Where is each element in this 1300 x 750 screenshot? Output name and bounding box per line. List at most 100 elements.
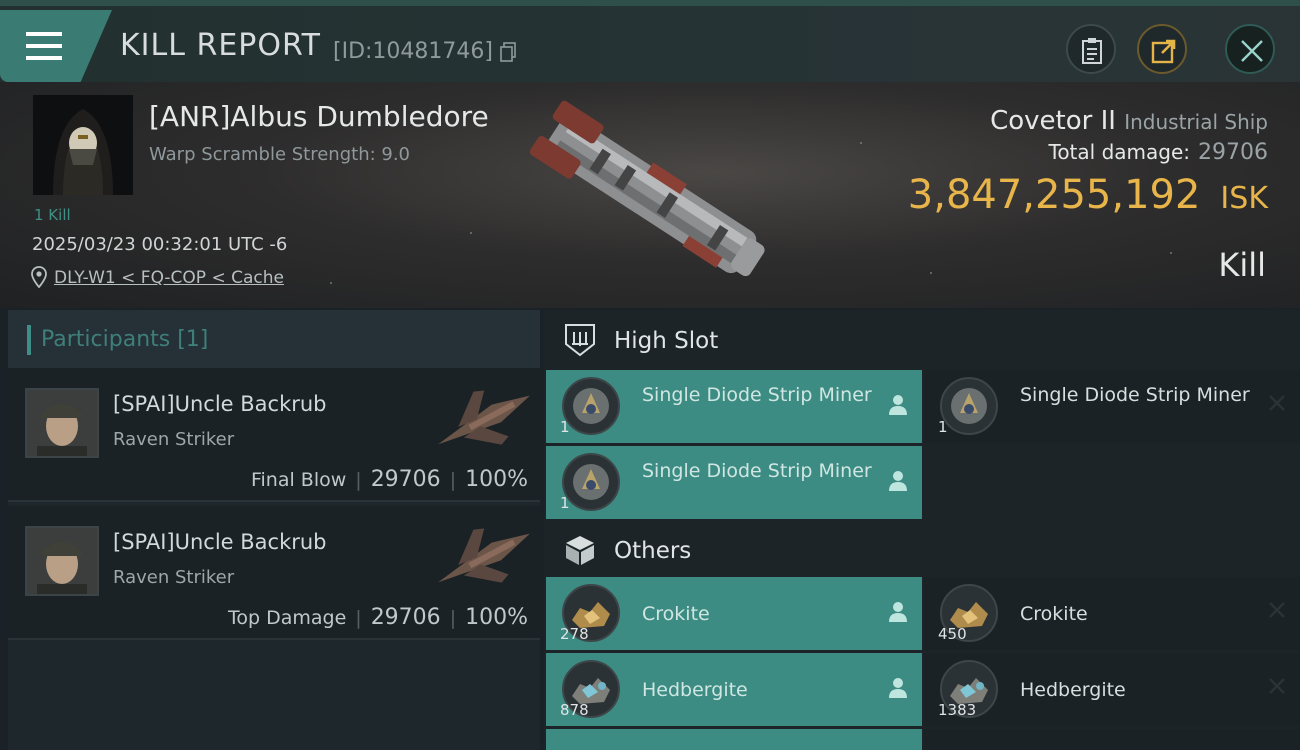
participant-damage: 29706 [370, 467, 441, 492]
result-type: Kill [1218, 246, 1266, 284]
total-damage-label: Total damage: [1048, 140, 1191, 164]
separator: | [355, 469, 362, 491]
item-name: Single Diode Strip Miner [1020, 384, 1250, 406]
separator: | [449, 607, 457, 629]
strip-miner-icon [562, 377, 620, 435]
total-damage-value: 29706 [1198, 140, 1268, 165]
clipboard-icon [1082, 38, 1102, 64]
pilot-icon [889, 471, 907, 491]
others-label: Others [614, 538, 692, 564]
pilot-icon [889, 395, 907, 415]
report-id: [ID:10481746] [333, 39, 493, 64]
participant-name[interactable]: [SPAI]Uncle Backrub [113, 392, 327, 416]
dropped-module[interactable]: 1 Single Diode Strip Miner [924, 370, 1300, 443]
item-quantity: 1 [560, 418, 570, 436]
item-name: Single Diode Strip Miner [642, 384, 872, 406]
participant-avatar [25, 526, 99, 596]
fitted-module[interactable]: 1 Single Diode Strip Miner [546, 446, 922, 519]
participant-percent: 100% [465, 605, 528, 630]
participant-percent: 100% [465, 467, 528, 492]
participant-stats: Top Damage | 29706 | 100% [228, 605, 528, 630]
item-name: Hedbergite [1020, 679, 1126, 701]
pilot-icon [889, 678, 907, 698]
item-quantity: 278 [560, 625, 589, 643]
close-icon [1241, 40, 1263, 62]
item-name: Hedbergite [642, 679, 748, 701]
share-icon [1151, 39, 1176, 64]
participant-ship-image [438, 528, 530, 583]
cargo-item[interactable]: 1383 Hedbergite [924, 653, 1300, 726]
participant-damage: 29706 [370, 605, 441, 630]
cargo-item[interactable] [546, 729, 922, 750]
x-mark-icon [1269, 395, 1285, 411]
high-slot-section-header: High Slot [544, 310, 1300, 370]
star [330, 282, 332, 284]
ship-class-label: Industrial Ship [1124, 110, 1268, 134]
pilot-face-image [27, 528, 97, 594]
participant-row[interactable]: [SPAI]Uncle Backrub Raven Striker Final … [8, 368, 540, 502]
participant-role: Final Blow [250, 469, 347, 491]
pilot-icon [889, 602, 907, 622]
strip-miner-icon [562, 453, 620, 511]
participant-row[interactable]: [SPAI]Uncle Backrub Raven Striker Top Da… [8, 506, 540, 640]
participant-role: Top Damage [228, 607, 347, 629]
separator: | [355, 607, 362, 629]
ship-type-label: Covetor II [990, 106, 1116, 136]
victim-name[interactable]: [ANR]Albus Dumbledore [149, 100, 489, 133]
fitted-module[interactable]: 1 Single Diode Strip Miner [546, 370, 922, 443]
item-quantity: 1 [938, 418, 948, 436]
separator: | [449, 469, 457, 491]
participant-name[interactable]: [SPAI]Uncle Backrub [113, 530, 327, 554]
page-title: KILL REPORT [120, 28, 321, 63]
high-slot-icon [565, 324, 595, 357]
header-bar: KILL REPORT [ID:10481746] [0, 6, 1300, 82]
clipboard-button[interactable] [1066, 24, 1116, 74]
cargo-item[interactable]: 878 Hedbergite [546, 653, 922, 726]
cargo-item[interactable] [924, 729, 1300, 750]
isk-amount: 3,847,255,192 [907, 172, 1201, 218]
location-pin-icon [31, 266, 47, 288]
cargo-item[interactable]: 278 Crokite [546, 577, 922, 650]
isk-unit: ISK [1220, 181, 1268, 216]
menu-button[interactable] [0, 10, 112, 82]
victim-ship-image [529, 100, 765, 277]
x-mark-icon [1269, 678, 1285, 694]
x-mark-icon [1269, 602, 1285, 618]
share-button[interactable] [1137, 24, 1187, 74]
participant-stats: Final Blow | 29706 | 100% [251, 467, 528, 492]
participant-avatar [25, 388, 99, 458]
hooded-pilot-image [33, 95, 133, 195]
high-slot-label: High Slot [614, 328, 719, 354]
participant-ship-image [438, 390, 530, 445]
victim-banner: [ANR]Albus Dumbledore Warp Scramble Stre… [0, 82, 1300, 308]
participants-title: Participants [1] [41, 327, 209, 352]
fitting-panel: High Slot 1 Single Diode Strip Miner 1 S… [544, 310, 1300, 750]
isk-value: 3,847,255,192 ISK [908, 172, 1268, 218]
participant-ship: Raven Striker [113, 567, 235, 588]
item-name: Crokite [642, 603, 710, 625]
kill-timestamp: 2025/03/23 00:32:01 UTC -6 [32, 234, 288, 255]
participant-ship: Raven Striker [113, 429, 235, 450]
star [860, 142, 862, 144]
item-quantity: 1383 [938, 701, 977, 719]
item-name: Crokite [1020, 603, 1088, 625]
victim-portrait[interactable] [33, 95, 133, 195]
copy-icon[interactable] [500, 42, 516, 62]
pilot-face-image [27, 390, 97, 456]
close-button[interactable] [1225, 24, 1275, 74]
ship-name[interactable]: Covetor II Industrial Ship [990, 106, 1268, 136]
location-link[interactable]: DLY-W1 < FQ-COP < Cache [54, 268, 284, 288]
participants-header[interactable]: Participants [1] [8, 310, 540, 368]
others-section-header: Others [544, 520, 1300, 580]
total-damage: Total damage: 29706 [1049, 140, 1269, 165]
item-quantity: 450 [938, 625, 967, 643]
cargo-item[interactable]: 450 Crokite [924, 577, 1300, 650]
kill-count: 1 Kill [34, 206, 71, 224]
item-quantity: 878 [560, 701, 589, 719]
cargo-box-icon [566, 536, 594, 565]
star [930, 272, 932, 274]
item-quantity: 1 [560, 494, 570, 512]
hamburger-icon [26, 32, 62, 60]
strip-miner-icon [940, 377, 998, 435]
participants-panel: Participants [1] [SPAI]Uncle Backrub Rav… [8, 310, 540, 750]
